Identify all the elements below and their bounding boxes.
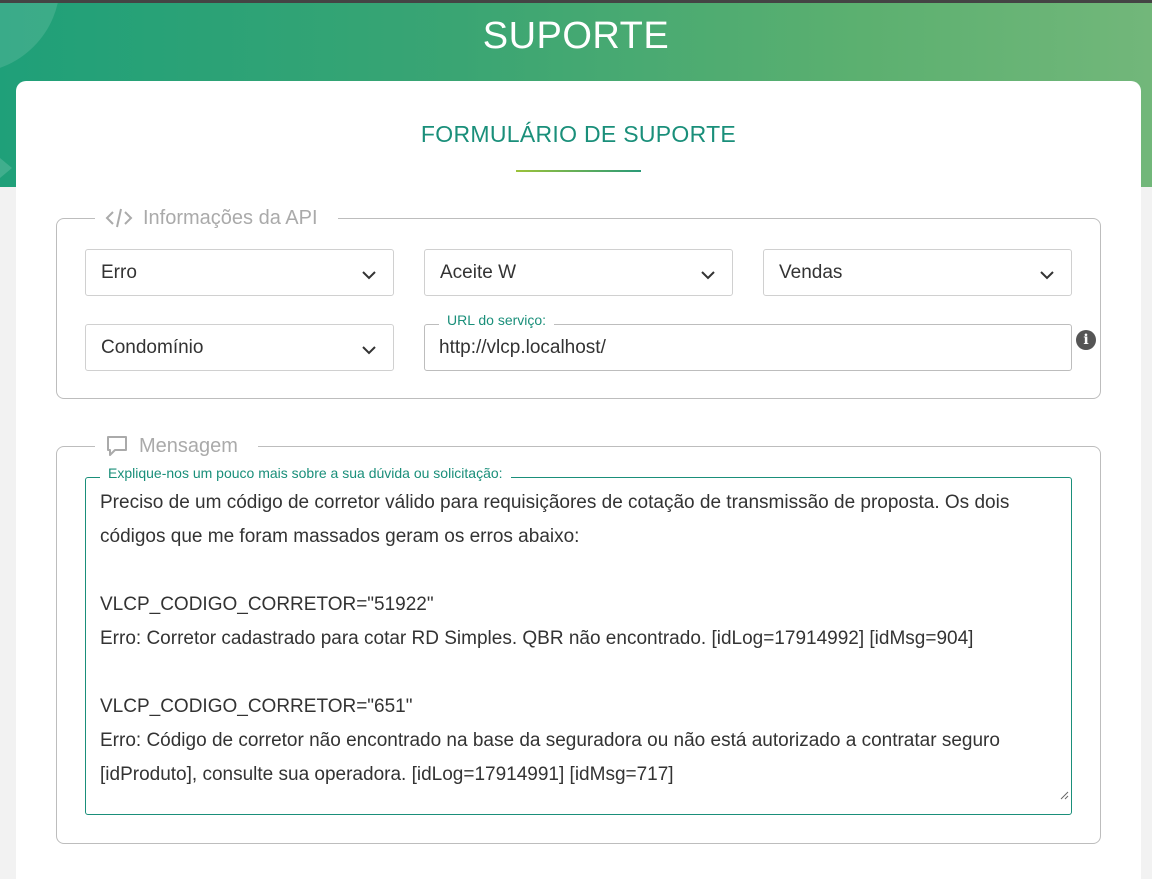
form-title: FORMULÁRIO DE SUPORTE: [420, 121, 737, 147]
api-info-section: Informações da API Erro Aceite W Vendas …: [56, 203, 1101, 399]
message-line: Preciso de um código de corretor válido …: [100, 492, 1010, 513]
title-underline: [516, 170, 641, 172]
message-line: códigos que me foram massados geram os e…: [100, 526, 580, 547]
type-select[interactable]: Erro: [85, 249, 394, 296]
comment-icon: [105, 435, 129, 457]
message-line: Erro: Corretor cadastrado para cotar RD …: [100, 628, 974, 649]
area-select[interactable]: Vendas: [763, 249, 1072, 296]
message-section: Mensagem Preciso de um código de correto…: [56, 431, 1101, 844]
message-line: [idProduto], consulte sua operadora. [id…: [100, 764, 674, 785]
message-textarea[interactable]: Preciso de um código de corretor válido …: [85, 477, 1072, 815]
message-label: Explique-nos um pouco mais sobre a sua d…: [100, 465, 511, 481]
service-url-input[interactable]: http://vlcp.localhost/: [424, 324, 1072, 371]
info-icon[interactable]: i: [1076, 330, 1096, 350]
chevron-down-icon: [361, 340, 377, 362]
type-select-value: Erro: [101, 261, 137, 283]
branch-select-value: Condomínio: [101, 336, 204, 358]
message-line: VLCP_CODIGO_CORRETOR="651": [100, 696, 413, 717]
message-legend: Mensagem: [95, 431, 258, 461]
message-line: VLCP_CODIGO_CORRETOR="51922": [100, 594, 434, 615]
chevron-down-icon: [361, 265, 377, 287]
area-select-value: Vendas: [779, 261, 843, 283]
header-decoration-triangle: [0, 158, 12, 178]
page-title: SUPORTE: [482, 15, 670, 57]
resize-handle-icon[interactable]: [1059, 778, 1069, 812]
api-info-legend: Informações da API: [95, 203, 338, 233]
chevron-down-icon: [700, 265, 716, 287]
api-info-legend-label: Informações da API: [143, 206, 318, 229]
message-line: [100, 554, 1057, 588]
branch-select[interactable]: Condomínio: [85, 324, 394, 371]
message-legend-label: Mensagem: [139, 434, 238, 457]
message-line: Erro: Código de corretor não encontrado …: [100, 730, 1000, 751]
service-url-label: URL do serviço:: [439, 312, 555, 328]
product-select[interactable]: Aceite W: [424, 249, 733, 296]
message-line: [100, 656, 1057, 690]
code-icon: [105, 207, 133, 229]
chevron-down-icon: [1039, 265, 1055, 287]
product-select-value: Aceite W: [440, 261, 517, 283]
service-url-value: http://vlcp.localhost/: [439, 336, 606, 358]
support-form-card: FORMULÁRIO DE SUPORTE Informações da API…: [16, 81, 1141, 879]
